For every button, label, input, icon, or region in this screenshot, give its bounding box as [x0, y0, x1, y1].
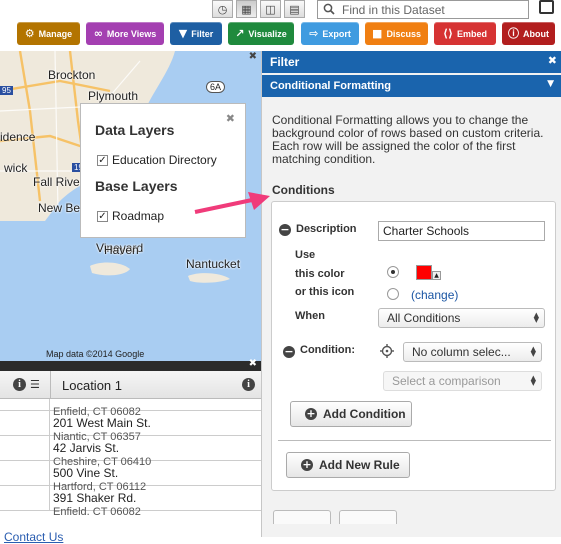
table-row[interactable]: 500 Vine St. Hartford, CT 06112 [0, 461, 261, 493]
page-view-icon[interactable]: ▤ [284, 0, 305, 18]
maximize-icon[interactable] [539, 0, 554, 14]
plus-icon: + [305, 407, 317, 420]
export-button[interactable]: ⇨ Export [301, 22, 359, 45]
section-header[interactable]: Conditional Formatting ▼ [262, 75, 561, 97]
visualize-button[interactable]: ↗ Visualize [228, 22, 294, 45]
comparison-select[interactable]: Select a comparison ▲ ▼ [383, 371, 542, 391]
checkbox[interactable]: ✓ [97, 210, 108, 222]
description-label: Description [296, 223, 357, 235]
remove-condition-icon[interactable]: − [283, 346, 295, 358]
chart-icon: ↗ [235, 27, 245, 40]
add-condition-button[interactable]: + Add Condition [290, 401, 412, 427]
search-placeholder: Find in this Dataset [342, 3, 445, 17]
table-row[interactable]: 391 Shaker Rd. Enfield, CT 06082 [0, 486, 261, 515]
map-place-label: Nantucket [186, 257, 241, 271]
select-arrows-icon: ▲ ▼ [533, 311, 539, 324]
filter-button[interactable]: ▼ Filter [170, 22, 222, 45]
grid-view-icon[interactable]: ▦ [236, 0, 257, 18]
discuss-button[interactable]: ■ Discuss [365, 22, 428, 45]
map-place-label: idence [0, 130, 36, 144]
filter-panel: Filter ✖ Conditional Formatting ▼ Condit… [261, 51, 561, 537]
plus-icon: + [301, 458, 313, 471]
crosshair-icon[interactable] [380, 344, 394, 358]
view-toolbar: ◷ ▦ ◫ ▤ Find in this Dataset [0, 0, 561, 20]
description-input[interactable]: Charter Schools [378, 221, 545, 241]
clock-icon[interactable]: ◷ [212, 0, 233, 18]
map-attribution: Map data ©2014 Google [46, 349, 145, 359]
remove-rule-icon[interactable]: − [279, 224, 291, 236]
data-layers-heading: Data Layers [95, 122, 175, 138]
interstate-shield: 95 [0, 86, 13, 95]
callout-arrow [194, 192, 270, 214]
info-icon[interactable]: i [13, 378, 26, 391]
route-shield: 6A [206, 81, 226, 93]
when-label: When [295, 310, 325, 322]
map-place-label: Brockton [48, 68, 96, 82]
use-label: Use [295, 249, 316, 261]
condition-label: Condition: [300, 344, 355, 356]
chevron-up-icon[interactable]: ▲ [432, 271, 441, 280]
grid-body: Enfield, CT 06082 201 West Main St. Niant… [0, 399, 261, 515]
select-arrows-icon: ▲ ▼ [530, 374, 536, 387]
layer-education-directory[interactable]: ✓ Education Directory [97, 153, 217, 167]
table-row[interactable]: 42 Jarvis St. Cheshire, CT 06410 [0, 436, 261, 468]
map-place-label: Fall River [33, 175, 84, 189]
split-view-icon[interactable]: ◫ [260, 0, 281, 18]
more-views-button[interactable]: ∞ More Views [86, 22, 164, 45]
close-icon[interactable]: ✖ [249, 358, 257, 369]
search-icon [323, 3, 335, 15]
grid-divider: ✖ [0, 358, 261, 371]
embed-icon: ⟨⟩ [442, 27, 454, 40]
grid-header: i ☰ Location 1 i [0, 371, 261, 399]
color-radio[interactable] [387, 266, 399, 278]
map-place-label: Plymouth [88, 89, 139, 103]
gear-icon: ⚙ [24, 27, 35, 40]
add-new-rule-button[interactable]: + Add New Rule [286, 452, 410, 478]
chevron-down-icon: ▼ [547, 79, 554, 89]
column-select[interactable]: No column selec... ▲ ▼ [403, 342, 542, 362]
column-header[interactable]: Location 1 [62, 378, 122, 393]
export-icon: ⇨ [309, 27, 319, 40]
conditions-heading: Conditions [272, 183, 335, 197]
select-arrows-icon: ▲ ▼ [530, 345, 536, 358]
embed-button[interactable]: ⟨⟩ Embed [434, 22, 496, 45]
divider [278, 440, 551, 441]
speech-bubble-icon: ■ [372, 27, 383, 40]
map-place-label: Haven [104, 243, 139, 257]
column-divider [50, 371, 51, 399]
glasses-icon: ∞ [93, 27, 103, 40]
funnel-icon: ▼ [178, 27, 188, 40]
clear-button[interactable] [339, 510, 397, 524]
close-icon[interactable]: ✖ [249, 51, 257, 62]
color-label: this color [295, 268, 345, 280]
icon-label: or this icon [295, 286, 355, 298]
base-layers-heading: Base Layers [95, 178, 178, 194]
layer-roadmap[interactable]: ✓ Roadmap [97, 209, 164, 223]
panel-title: Filter ✖ [262, 51, 561, 73]
info-icon[interactable]: i [242, 378, 255, 391]
table-row[interactable]: Enfield, CT 06082 [0, 399, 261, 418]
conditions-box: − Description Charter Schools Use this c… [271, 201, 556, 491]
footer: Contact Us [0, 515, 261, 544]
close-icon[interactable]: ✖ [226, 112, 235, 125]
section-description: Conditional Formatting allows you to cha… [272, 113, 544, 166]
table-row[interactable]: 201 West Main St. Niantic, CT 06357 [0, 411, 261, 443]
change-icon-link[interactable]: (change) [411, 288, 458, 302]
about-button[interactable]: ⓘ About [502, 22, 555, 45]
icon-radio[interactable] [387, 288, 399, 300]
color-swatch[interactable] [416, 265, 432, 280]
search-input[interactable]: Find in this Dataset [317, 0, 529, 19]
manage-button[interactable]: ⚙ Manage [17, 22, 80, 45]
when-select[interactable]: All Conditions ▲ ▼ [378, 308, 545, 328]
apply-button[interactable] [273, 510, 331, 524]
checkbox[interactable]: ✓ [97, 154, 108, 166]
info-icon: ⓘ [508, 27, 519, 40]
map-place-label: wick [4, 161, 28, 175]
contact-us-link[interactable]: Contact Us [4, 530, 63, 544]
close-icon[interactable]: ✖ [548, 54, 557, 67]
list-icon[interactable]: ☰ [30, 378, 40, 391]
